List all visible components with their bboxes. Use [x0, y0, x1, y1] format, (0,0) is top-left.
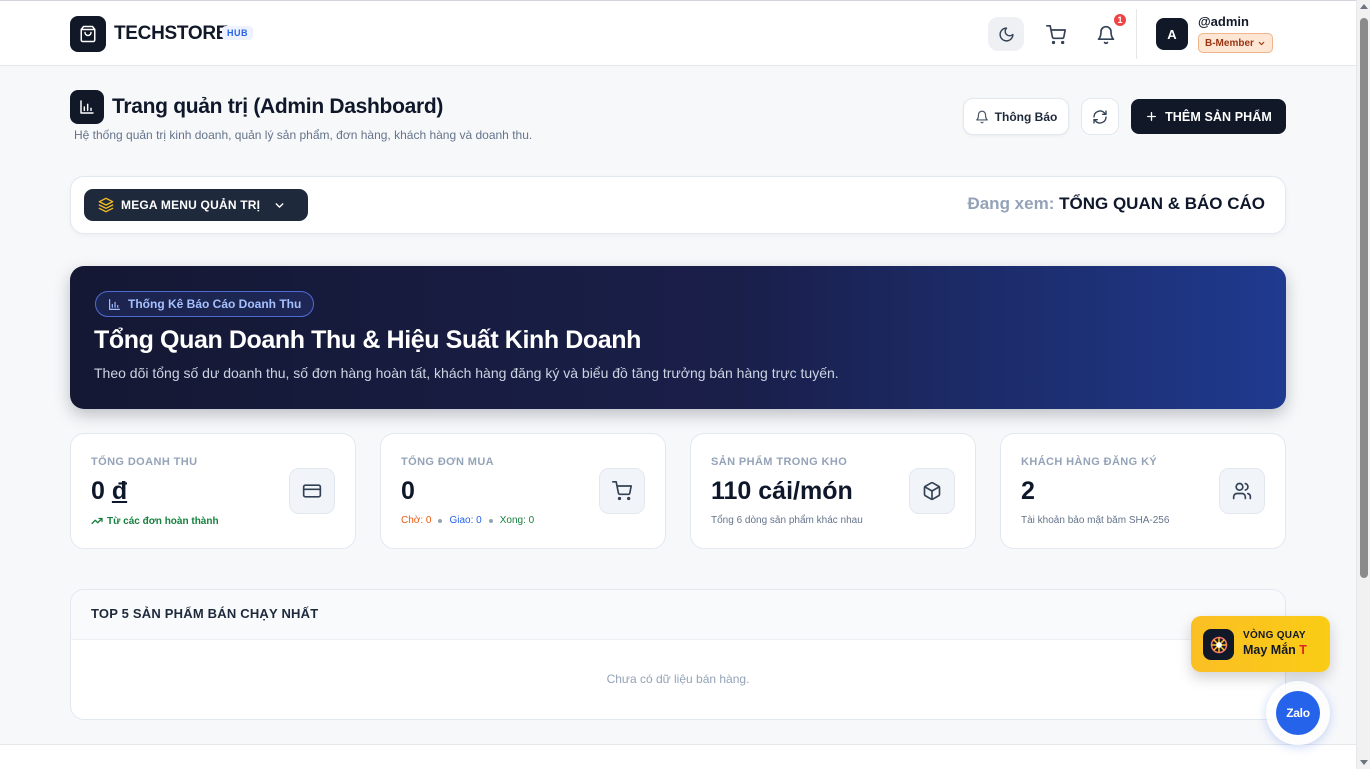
- refresh-icon: [1093, 109, 1107, 124]
- revenue-hero-banner: Thống Kê Báo Cáo Doanh Thu Tổng Quan Doa…: [70, 266, 1286, 409]
- stat-card-revenue: TỔNG DOANH THU 0 đ Từ các đơn hoàn thành: [70, 433, 356, 549]
- page-subtitle: Hệ thống quản trị kinh doanh, quản lý sả…: [74, 128, 533, 142]
- wheel-mark: T: [1299, 643, 1307, 657]
- membership-dropdown[interactable]: B-Member: [1198, 33, 1273, 53]
- users-icon: [1219, 468, 1265, 514]
- stat-value: 0: [401, 477, 415, 505]
- order-status-breakdown: Chờ: 0 Giao: 0 Xong: 0: [401, 515, 534, 526]
- empty-state-text: Chưa có dữ liệu bán hàng.: [606, 672, 750, 686]
- viewing-value: TỔNG QUAN & BÁO CÁO: [1059, 194, 1265, 213]
- stat-note: Từ các đơn hoàn thành: [91, 515, 219, 527]
- stat-card-inventory: SẢN PHẨM TRONG KHO 110 cái/món Tổng 6 dò…: [690, 433, 976, 549]
- notifications-page-button[interactable]: Thông Báo: [963, 98, 1069, 135]
- separator-dot: [488, 518, 493, 523]
- stat-label: SẢN PHẨM TRONG KHO: [711, 456, 848, 468]
- current-view-indicator: Đang xem: TỔNG QUAN & BÁO CÁO: [967, 194, 1265, 214]
- wheel-title: VÒNG QUAY: [1243, 630, 1306, 641]
- credit-card-icon: [289, 468, 335, 514]
- pending-count: Chờ: 0: [401, 515, 432, 526]
- revenue-amount: 0: [91, 477, 105, 505]
- wheel-subtitle: May Mắn T: [1243, 643, 1307, 657]
- shopping-bag-logo-icon[interactable]: [70, 16, 106, 52]
- hero-subtitle: Theo dõi tổng số dư doanh thu, số đơn hà…: [94, 365, 839, 381]
- stat-value: 110 cái/món: [711, 477, 853, 505]
- dark-mode-toggle[interactable]: [988, 17, 1024, 51]
- plus-icon: [1147, 112, 1157, 121]
- add-product-button[interactable]: THÊM SẢN PHẨM: [1131, 99, 1286, 134]
- lucky-wheel-button[interactable]: VÒNG QUAY May Mắn T: [1191, 616, 1330, 672]
- chevron-down-icon: [275, 202, 284, 208]
- stat-value: 0 đ: [91, 477, 127, 506]
- stat-note: Tổng 6 dòng sản phẩm khác nhau: [711, 515, 863, 526]
- zalo-chat-button[interactable]: Zalo: [1266, 681, 1330, 745]
- page-title: Trang quản trị (Admin Dashboard): [112, 95, 444, 118]
- brand-name[interactable]: TECHSTORE: [114, 23, 228, 45]
- wheel-subtitle-text: May Mắn: [1243, 643, 1296, 657]
- admin-menu-bar: MEGA MENU QUẢN TRỊ Đang xem: TỔNG QUAN &…: [70, 176, 1286, 234]
- username[interactable]: @admin: [1198, 14, 1249, 29]
- stat-label: KHÁCH HÀNG ĐĂNG KÝ: [1021, 456, 1158, 468]
- hero-title: Tổng Quan Doanh Thu & Hiệu Suất Kinh Doa…: [94, 326, 642, 354]
- top-products-title: TOP 5 SẢN PHẨM BÁN CHẠY NHẤT: [71, 590, 1285, 640]
- scrollbar-thumb[interactable]: [1360, 18, 1368, 578]
- divider: [1136, 9, 1137, 59]
- layers-icon: [98, 197, 114, 213]
- bar-chart-icon: [109, 298, 120, 310]
- refresh-button[interactable]: [1081, 98, 1119, 135]
- done-count: Xong: 0: [499, 515, 535, 526]
- wheel-icon: [1203, 629, 1234, 660]
- bell-icon: [1097, 25, 1115, 45]
- box-icon: [909, 468, 955, 514]
- membership-label: B-Member: [1205, 37, 1254, 49]
- cart-icon: [599, 468, 645, 514]
- footer: [0, 745, 1356, 769]
- hero-tag-label: Thống Kê Báo Cáo Doanh Thu: [128, 297, 302, 311]
- separator-dot: [438, 518, 443, 523]
- stat-note: Tài khoản bảo mật băm SHA-256: [1021, 515, 1170, 526]
- stat-value: 2: [1021, 477, 1035, 505]
- add-product-label: THÊM SẢN PHẨM: [1165, 109, 1272, 124]
- top-navbar: TECHSTORE HUB 1 A @admin B-Member: [0, 0, 1356, 66]
- hero-tag: Thống Kê Báo Cáo Doanh Thu: [95, 291, 315, 317]
- mega-menu-button[interactable]: MEGA MENU QUẢN TRỊ: [84, 189, 308, 221]
- stat-card-customers: KHÁCH HÀNG ĐĂNG KÝ 2 Tài khoản bảo mật b…: [1000, 433, 1286, 549]
- zalo-label: Zalo: [1276, 691, 1320, 735]
- shipping-count: Giao: 0: [449, 515, 482, 526]
- trending-up-icon: [91, 517, 103, 525]
- chevron-down-icon: [1258, 41, 1265, 45]
- scroll-up-arrow-icon[interactable]: [1360, 4, 1368, 9]
- brand-tag: HUB: [222, 26, 253, 40]
- stat-label: TỔNG ĐƠN MUA: [401, 456, 495, 468]
- bar-chart-icon: [70, 90, 104, 124]
- page-scrollbar[interactable]: [1356, 0, 1370, 769]
- scroll-down-arrow-icon[interactable]: [1360, 760, 1368, 765]
- viewing-label: Đang xem:: [967, 194, 1055, 213]
- moon-icon: [998, 26, 1014, 42]
- notification-badge: 1: [1112, 12, 1128, 28]
- stat-note-text: Từ các đơn hoàn thành: [107, 515, 219, 527]
- stat-card-orders: TỔNG ĐƠN MUA 0 Chờ: 0 Giao: 0 Xong: 0: [380, 433, 666, 549]
- avatar[interactable]: A: [1156, 18, 1188, 50]
- cart-icon: [1046, 25, 1066, 45]
- top-products-panel: TOP 5 SẢN PHẨM BÁN CHẠY NHẤT Chưa có dữ …: [70, 589, 1286, 720]
- bell-icon: [975, 110, 988, 123]
- notice-button-label: Thông Báo: [994, 109, 1058, 124]
- mega-menu-label: MEGA MENU QUẢN TRỊ: [121, 198, 261, 212]
- currency-unit: đ: [111, 477, 128, 505]
- cart-button[interactable]: [1040, 19, 1072, 51]
- stat-label: TỔNG DOANH THU: [91, 456, 198, 468]
